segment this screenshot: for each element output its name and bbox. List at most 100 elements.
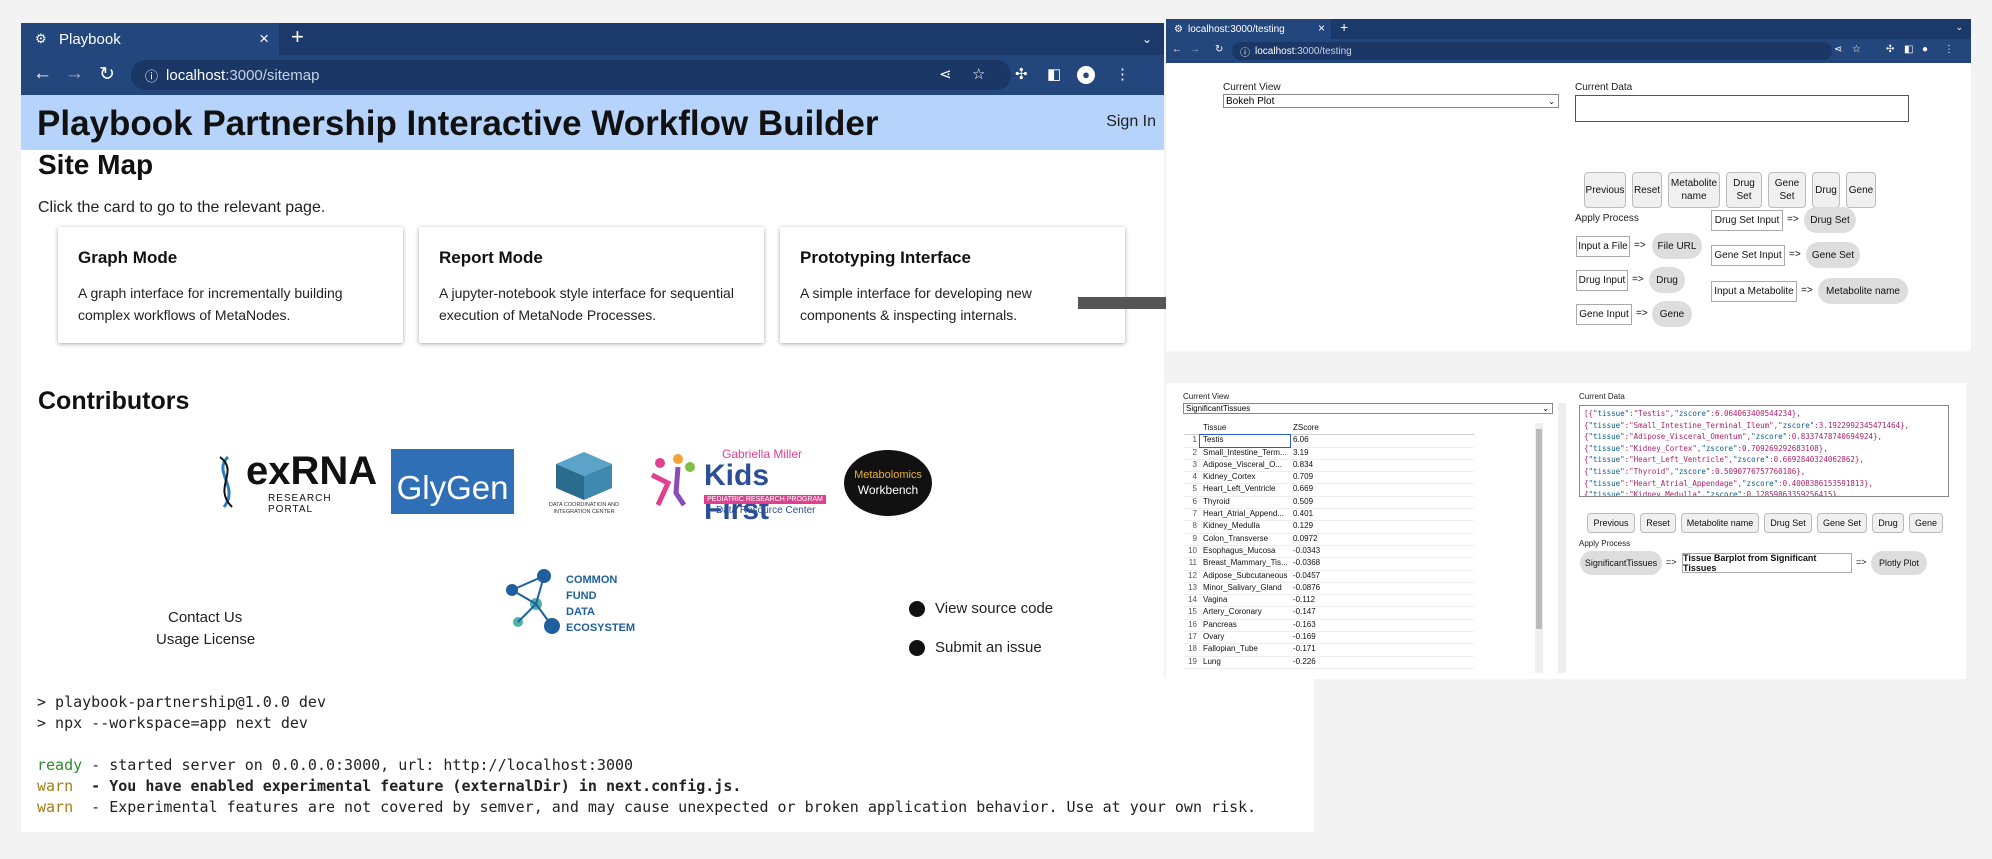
previous-button[interactable]: Previous bbox=[1587, 513, 1635, 533]
page-scrollbar[interactable] bbox=[1558, 403, 1566, 673]
table-row[interactable]: 11 Breast_Mammary_Tis... -0.0368 bbox=[1184, 558, 1474, 571]
browser-tab-playbook[interactable]: ⚙ Playbook × bbox=[21, 23, 279, 55]
process-output-file-url[interactable]: File URL bbox=[1652, 233, 1702, 259]
row-zscore[interactable]: -0.0343 bbox=[1290, 546, 1382, 557]
metabolite-name-button[interactable]: Metabolite name bbox=[1668, 172, 1720, 208]
table-row[interactable]: 3 Adipose_Visceral_O... 0.834 bbox=[1184, 460, 1474, 473]
table-row[interactable]: 17 Ovary -0.169 bbox=[1184, 632, 1474, 645]
row-tissue[interactable]: Kidney_Medulla bbox=[1200, 521, 1290, 532]
menu-icon[interactable]: ⋮ bbox=[1115, 65, 1130, 83]
gene-button[interactable]: Gene bbox=[1909, 513, 1943, 533]
process-input-gene[interactable]: Gene Input bbox=[1576, 304, 1632, 325]
process-output-gene-set[interactable]: Gene Set bbox=[1806, 242, 1860, 268]
table-row[interactable]: 9 Colon_Transverse 0.0972 bbox=[1184, 534, 1474, 546]
row-zscore[interactable]: -0.0457 bbox=[1290, 571, 1382, 582]
table-row[interactable]: 7 Heart_Atrial_Append... 0.401 bbox=[1184, 509, 1474, 522]
reload-icon[interactable]: ↻ bbox=[99, 63, 115, 86]
url-field[interactable]: ⓘ localhost:3000/sitemap bbox=[131, 60, 1011, 90]
gene-button[interactable]: Gene bbox=[1846, 172, 1876, 208]
row-zscore[interactable]: 6.06 bbox=[1290, 435, 1382, 446]
table-row[interactable]: 6 Thyroid 0.509 bbox=[1184, 497, 1474, 510]
row-tissue[interactable]: Ovary bbox=[1200, 632, 1290, 643]
row-tissue[interactable]: Vagina bbox=[1200, 595, 1290, 606]
table-row[interactable]: 8 Kidney_Medulla 0.129 bbox=[1184, 521, 1474, 534]
table-row[interactable]: 13 Minor_Salivary_Gland -0.0876 bbox=[1184, 583, 1474, 596]
row-zscore[interactable]: 0.0972 bbox=[1290, 534, 1382, 545]
row-zscore[interactable]: -0.147 bbox=[1290, 607, 1382, 618]
star-icon[interactable]: ☆ bbox=[1852, 44, 1861, 55]
sidepanel-icon[interactable]: ◧ bbox=[1047, 65, 1061, 83]
forward-icon[interactable]: → bbox=[1190, 44, 1200, 55]
url-field[interactable]: ⓘ localhost:3000/testing bbox=[1232, 42, 1832, 60]
row-zscore[interactable]: -0.0368 bbox=[1290, 558, 1382, 569]
view-source-link[interactable]: View source code bbox=[909, 600, 1053, 617]
process-tissue-barplot[interactable]: Tissue Barplot from Significant Tissues bbox=[1682, 553, 1852, 573]
drug-button[interactable]: Drug bbox=[1812, 172, 1840, 208]
row-tissue[interactable]: Lung bbox=[1200, 657, 1290, 668]
row-zscore[interactable]: -0.112 bbox=[1290, 595, 1382, 606]
metabolomics-logo[interactable]: Metabolomics Workbench bbox=[844, 450, 932, 516]
row-tissue[interactable]: Adipose_Visceral_O... bbox=[1200, 460, 1290, 471]
submit-issue-link[interactable]: Submit an issue bbox=[909, 639, 1042, 656]
new-tab-icon[interactable]: + bbox=[1340, 19, 1348, 35]
row-tissue[interactable]: Kidney_Cortex bbox=[1200, 472, 1290, 483]
sidepanel-icon[interactable]: ◧ bbox=[1904, 44, 1913, 55]
reload-icon[interactable]: ↻ bbox=[1215, 44, 1223, 55]
row-zscore[interactable]: -0.226 bbox=[1290, 657, 1382, 668]
share-icon[interactable]: ⋖ bbox=[939, 65, 952, 83]
share-icon[interactable]: ⋖ bbox=[1834, 44, 1842, 55]
process-input-file[interactable]: Input a File bbox=[1576, 236, 1630, 257]
browser-tab-testing[interactable]: ⚙ localhost:3000/testing × bbox=[1166, 19, 1331, 39]
dcic-logo[interactable]: DATA COORDINATION AND INTEGRATION CENTER bbox=[534, 446, 634, 518]
grid-scrollbar[interactable] bbox=[1535, 423, 1543, 673]
row-tissue[interactable]: Pancreas bbox=[1200, 620, 1290, 631]
row-tissue[interactable]: Heart_Left_Ventricle bbox=[1200, 484, 1290, 495]
card-prototyping-interface[interactable]: Prototyping Interface A simple interface… bbox=[780, 227, 1125, 343]
table-row[interactable]: 16 Pancreas -0.163 bbox=[1184, 620, 1474, 633]
process-input-gene-set[interactable]: Gene Set Input bbox=[1711, 245, 1785, 266]
row-zscore[interactable]: -0.163 bbox=[1290, 620, 1382, 631]
row-tissue[interactable]: Testis bbox=[1199, 434, 1291, 448]
star-icon[interactable]: ☆ bbox=[972, 65, 985, 83]
drug-set-button[interactable]: Drug Set bbox=[1764, 513, 1812, 533]
contact-us-link[interactable]: Contact Us bbox=[168, 609, 242, 626]
profile-icon[interactable]: ● bbox=[1922, 44, 1928, 55]
card-report-mode[interactable]: Report Mode A jupyter-notebook style int… bbox=[419, 227, 764, 343]
row-zscore[interactable]: 0.709 bbox=[1290, 472, 1382, 483]
forward-icon[interactable]: → bbox=[65, 63, 84, 85]
row-tissue[interactable]: Esophagus_Mucosa bbox=[1200, 546, 1290, 557]
chevron-down-icon[interactable]: ⌄ bbox=[1955, 22, 1963, 33]
glygen-logo[interactable]: GlyGen bbox=[391, 449, 514, 514]
row-tissue[interactable]: Artery_Coronary bbox=[1200, 607, 1290, 618]
drug-set-button[interactable]: Drug Set bbox=[1726, 172, 1762, 208]
table-row[interactable]: 14 Vagina -0.112 bbox=[1184, 595, 1474, 608]
extensions-icon[interactable]: ✣ bbox=[1886, 44, 1894, 55]
gene-set-button[interactable]: Gene Set bbox=[1768, 172, 1806, 208]
row-zscore[interactable]: -0.0876 bbox=[1290, 583, 1382, 594]
usage-license-link[interactable]: Usage License bbox=[156, 631, 255, 648]
grid-scrollbar-thumb[interactable] bbox=[1536, 429, 1542, 629]
close-tab-icon[interactable]: × bbox=[259, 29, 269, 49]
table-row[interactable]: 12 Adipose_Subcutaneous -0.0457 bbox=[1184, 571, 1474, 583]
back-icon[interactable]: ← bbox=[33, 63, 52, 85]
row-tissue[interactable]: Small_Intestine_Term... bbox=[1200, 448, 1290, 459]
table-row[interactable]: 1 Testis 6.06 bbox=[1184, 434, 1474, 448]
col-zscore-header[interactable]: ZScore bbox=[1290, 423, 1382, 434]
card-graph-mode[interactable]: Graph Mode A graph interface for increme… bbox=[58, 227, 403, 343]
back-icon[interactable]: ← bbox=[1172, 44, 1182, 55]
exrna-logo[interactable]: exRNA RESEARCH PORTAL bbox=[210, 447, 380, 517]
process-output-metabolite-name[interactable]: Metabolite name bbox=[1818, 278, 1908, 304]
row-zscore[interactable]: 0.669 bbox=[1290, 484, 1382, 495]
row-zscore[interactable]: 0.129 bbox=[1290, 521, 1382, 532]
process-input-significant-tissues[interactable]: SignificantTissues bbox=[1580, 551, 1662, 575]
gene-set-button[interactable]: Gene Set bbox=[1817, 513, 1867, 533]
row-zscore[interactable]: 0.401 bbox=[1290, 509, 1382, 520]
table-row[interactable]: 19 Lung -0.226 bbox=[1184, 657, 1474, 669]
drug-button[interactable]: Drug bbox=[1872, 513, 1904, 533]
table-row[interactable]: 4 Kidney_Cortex 0.709 bbox=[1184, 472, 1474, 485]
row-zscore[interactable]: 0.834 bbox=[1290, 460, 1382, 471]
process-input-metabolite[interactable]: Input a Metabolite bbox=[1711, 281, 1797, 302]
row-tissue[interactable]: Breast_Mammary_Tis... bbox=[1200, 558, 1290, 569]
cfde-logo[interactable]: COMMON FUND DATA ECOSYSTEM bbox=[500, 568, 650, 640]
new-tab-icon[interactable]: + bbox=[291, 24, 304, 50]
